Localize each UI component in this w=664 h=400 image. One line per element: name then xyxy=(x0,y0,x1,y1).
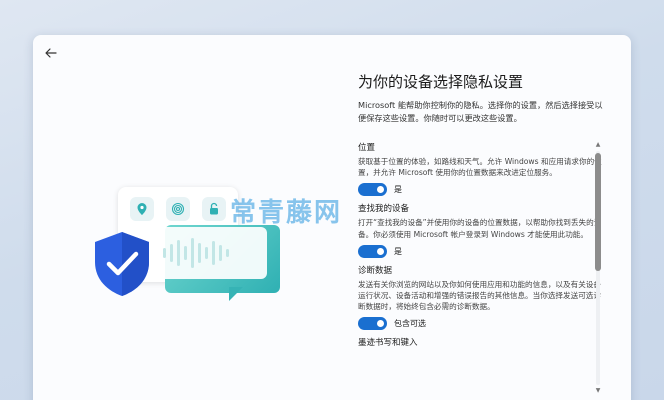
scrollbar-thumb[interactable] xyxy=(595,153,601,271)
toggle-label: 是 xyxy=(394,246,402,256)
back-arrow-icon xyxy=(45,48,57,58)
voice-wave-card xyxy=(149,227,267,279)
section-title: 位置 xyxy=(358,143,376,153)
section-title: 查找我的设备 xyxy=(358,204,410,215)
toggle-label: 包含可选 xyxy=(394,319,426,329)
section-description: 打开“查找我的设备”并使用你的设备的位置数据，以帮助你找到丢失的设备。你必须使用… xyxy=(358,218,602,239)
section-find-my-device: 查找我的设备 打开“查找我的设备”并使用你的设备的位置数据，以帮助你找到丢失的设… xyxy=(358,202,603,258)
section-title: 诊断数据 xyxy=(358,265,393,276)
toggle-row: 是 xyxy=(358,183,603,197)
location-toggle[interactable] xyxy=(358,183,387,197)
shield-check-icon xyxy=(91,230,153,302)
scroll-up-icon[interactable]: ▲ xyxy=(594,141,602,149)
section-location: 位置 获取基于位置的体验，如路线和天气。允许 Windows 和应用请求你的位置… xyxy=(358,141,603,197)
find-my-device-toggle[interactable] xyxy=(358,244,387,258)
speech-bubble-tail xyxy=(229,287,243,301)
fingerprint-icon xyxy=(166,197,190,221)
back-button[interactable] xyxy=(41,43,61,63)
toggle-label: 是 xyxy=(394,185,402,195)
watermark: 常青藤网 xyxy=(230,198,343,228)
section-description: 发送有关你浏览的网站以及你如何使用应用和功能的信息，以及有关设备运行状况、设备活… xyxy=(358,279,601,312)
page-intro: Microsoft 能帮助你控制你的隐私。选择你的设置，然后选择接受以便保存这些… xyxy=(358,100,603,123)
location-pin-icon xyxy=(130,197,154,221)
toggle-row: 是 xyxy=(358,244,603,258)
scrollbar[interactable]: ▲ ▼ xyxy=(594,141,602,395)
lock-icon xyxy=(202,197,226,221)
section-inking-typing: 墨迹书写和键入 xyxy=(358,336,603,348)
diagnostic-data-toggle[interactable] xyxy=(358,317,387,331)
section-title: 墨迹书写和键入 xyxy=(358,338,418,349)
page-title: 为你的设备选择隐私设置 xyxy=(358,73,524,91)
toggle-row: 包含可选 xyxy=(358,317,603,331)
settings-scroll-area[interactable]: 位置 获取基于位置的体验，如路线和天气。允许 Windows 和应用请求你的位置… xyxy=(358,141,603,400)
scroll-down-icon[interactable]: ▼ xyxy=(594,387,602,395)
section-description: 获取基于位置的体验，如路线和天气。允许 Windows 和应用请求你的位置，并允… xyxy=(358,157,602,178)
section-diagnostic-data: 诊断数据 发送有关你浏览的网站以及你如何使用应用和功能的信息，以及有关设备运行状… xyxy=(358,264,603,331)
